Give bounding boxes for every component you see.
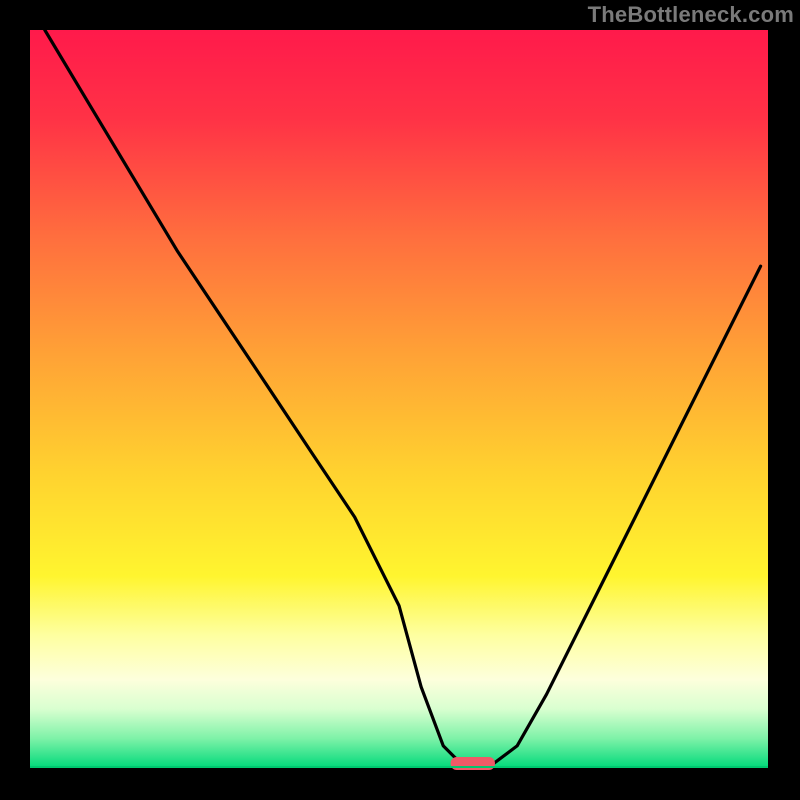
baseline <box>30 766 768 768</box>
bottleneck-chart <box>0 0 800 800</box>
optimal-marker <box>451 757 495 770</box>
plot-background <box>30 30 768 768</box>
chart-container: TheBottleneck.com <box>0 0 800 800</box>
